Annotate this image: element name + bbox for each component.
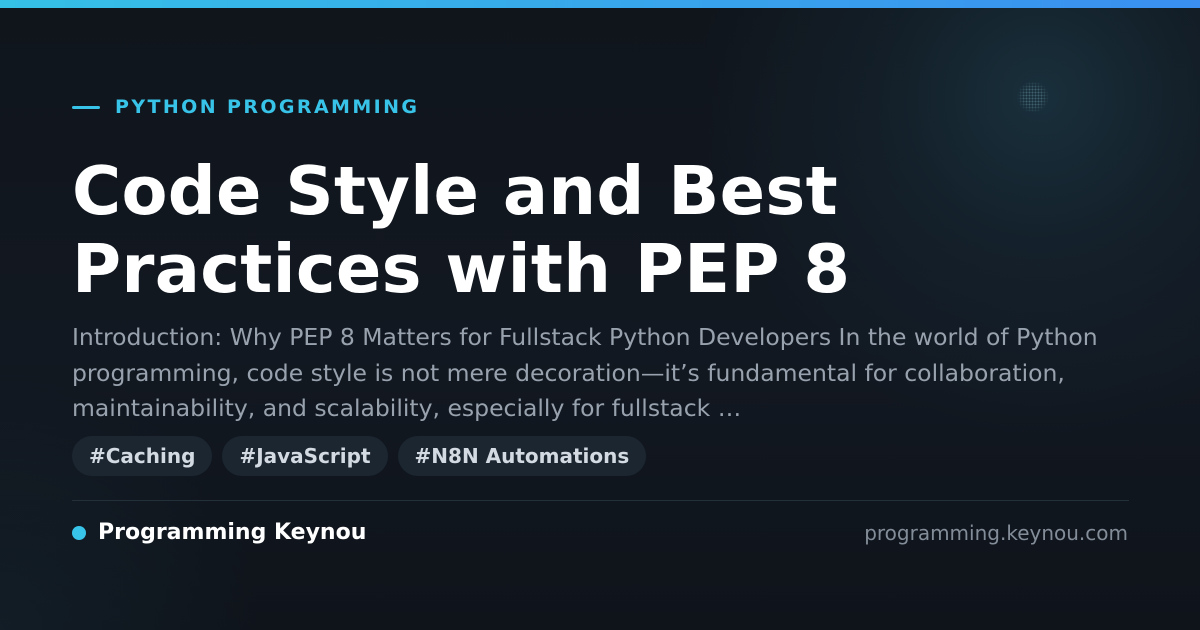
- brand: Programming Keynou: [72, 518, 366, 548]
- tag-javascript[interactable]: #JavaScript: [222, 436, 388, 476]
- category-dash-icon: [72, 105, 100, 109]
- tag-caching[interactable]: #Caching: [72, 436, 213, 476]
- tag-list: #Caching #JavaScript #N8N Automations: [72, 436, 647, 476]
- social-preview-card: PYTHON PROGRAMMING Code Style and Best P…: [0, 0, 1200, 630]
- page-title: Code Style and Best Practices with PEP 8: [72, 152, 851, 308]
- article-excerpt: Introduction: Why PEP 8 Matters for Full…: [72, 323, 1098, 422]
- site-url[interactable]: programming.keynou.com: [864, 518, 1128, 548]
- footer-divider: [72, 500, 1129, 501]
- category-text: PYTHON PROGRAMMING: [115, 96, 420, 118]
- brand-name: Programming Keynou: [98, 520, 367, 545]
- brand-dot-icon: [72, 526, 86, 540]
- accent-top-bar: [0, 0, 1200, 8]
- category-label: PYTHON PROGRAMMING: [72, 94, 419, 120]
- tag-n8n-automations[interactable]: #N8N Automations: [397, 436, 647, 476]
- dot-pattern-decoration: [1016, 82, 1050, 112]
